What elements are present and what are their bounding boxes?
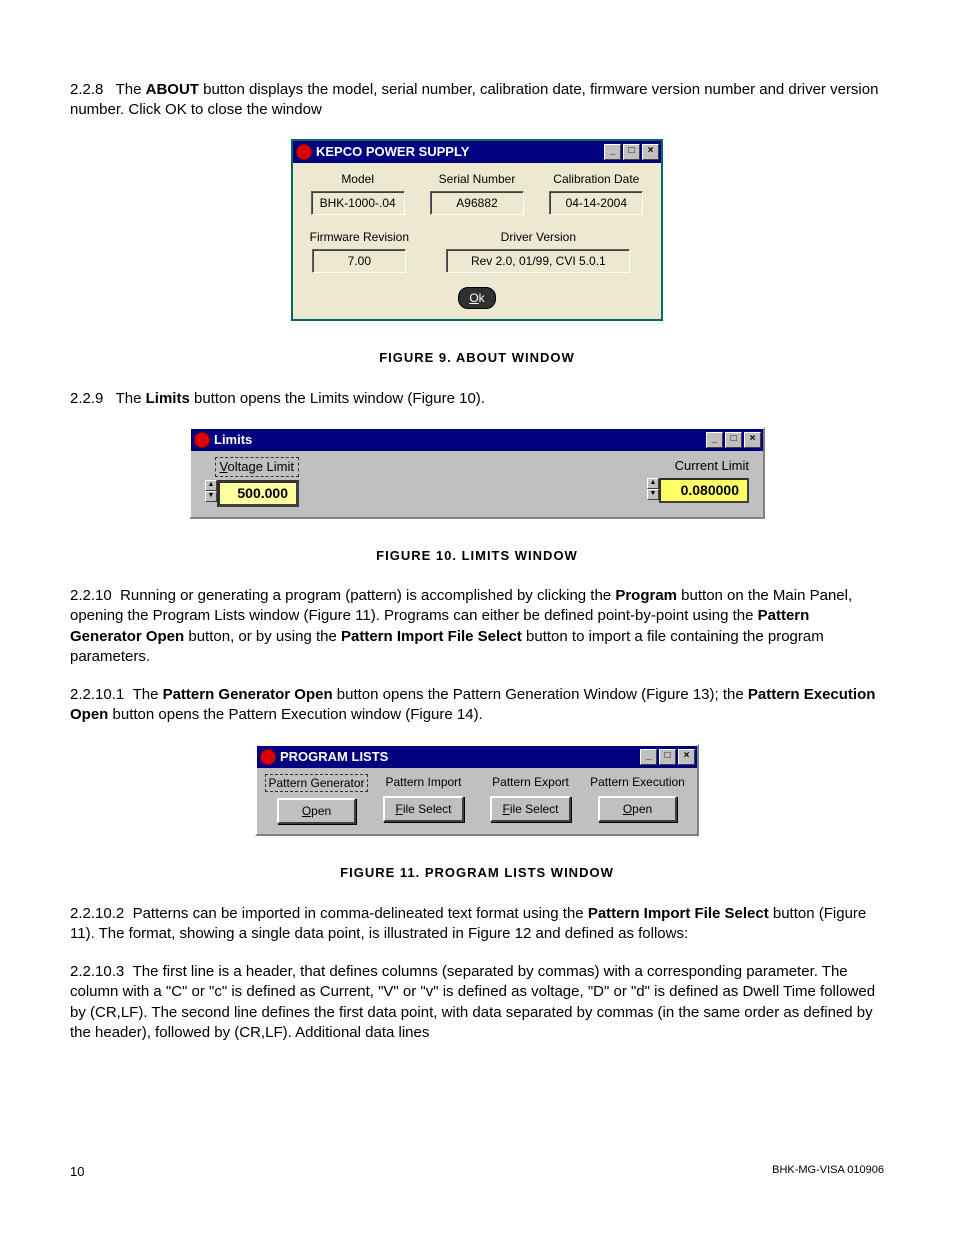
serial-value: A96882	[430, 191, 524, 215]
section-num: 2.2.8	[70, 81, 103, 98]
app-icon	[260, 749, 276, 765]
close-button[interactable]: ×	[642, 144, 659, 160]
maximize-button[interactable]: □	[659, 749, 676, 765]
program-lists-titlebar[interactable]: PROGRAM LISTS _ □ ×	[257, 746, 697, 768]
section-num: 2.2.10.3	[70, 963, 124, 980]
section-num: 2.2.9	[70, 390, 103, 407]
section-num: 2.2.10.2	[70, 905, 124, 922]
pattern-generator-open-button[interactable]: Open	[277, 798, 356, 824]
caldate-field: Calibration Date 04-14-2004	[542, 171, 651, 215]
serial-field: Serial Number A96882	[422, 171, 531, 215]
about-window: KEPCO POWER SUPPLY _ □ × Model BHK-1000-…	[291, 139, 663, 322]
limits-titlebar[interactable]: Limits _ □ ×	[191, 429, 763, 451]
voltage-limit-block: Voltage Limit ▲▼ 500.000	[205, 457, 299, 506]
pattern-export-file-select-button[interactable]: File Select	[490, 796, 570, 822]
figure-10-caption: FIGURE 10. LIMITS WINDOW	[70, 547, 884, 565]
pattern-import-file-select-button[interactable]: File Select	[383, 796, 463, 822]
current-limit-block: Current Limit ▲▼ 0.080000	[647, 457, 749, 506]
voltage-limit-value[interactable]: 500.000	[217, 480, 299, 507]
app-icon	[194, 432, 210, 448]
para-2-2-9: 2.2.9 The Limits button opens the Limits…	[70, 389, 884, 409]
para-2-2-10: 2.2.10 Running or generating a program (…	[70, 586, 884, 667]
limits-title: Limits	[214, 431, 252, 449]
pattern-execution-col: Pattern Execution Open	[584, 774, 691, 824]
page-footer: 10 BHK-MG-VISA 010906	[70, 1163, 884, 1181]
close-button[interactable]: ×	[744, 432, 761, 448]
current-spinner[interactable]: ▲▼	[647, 478, 659, 503]
pattern-generator-col: Pattern Generator Open	[263, 774, 370, 824]
about-title: KEPCO POWER SUPPLY	[316, 143, 469, 161]
minimize-button[interactable]: _	[604, 144, 621, 160]
model-value: BHK-1000-.04	[311, 191, 405, 215]
firmware-value: 7.00	[312, 249, 406, 273]
para-2-2-10-1: 2.2.10.1 The Pattern Generator Open butt…	[70, 685, 884, 726]
figure-11-caption: FIGURE 11. PROGRAM LISTS WINDOW	[70, 864, 884, 882]
program-lists-title: PROGRAM LISTS	[280, 748, 388, 766]
driver-value: Rev 2.0, 01/99, CVI 5.0.1	[446, 249, 630, 273]
para-2-2-10-2: 2.2.10.2 Patterns can be imported in com…	[70, 904, 884, 945]
pattern-export-col: Pattern Export File Select	[477, 774, 584, 824]
para-2-2-10-3: 2.2.10.3 The first line is a header, tha…	[70, 962, 884, 1043]
maximize-button[interactable]: □	[725, 432, 742, 448]
model-field: Model BHK-1000-.04	[303, 171, 412, 215]
pattern-execution-open-button[interactable]: Open	[598, 796, 677, 822]
caldate-value: 04-14-2004	[549, 191, 643, 215]
current-limit-value[interactable]: 0.080000	[659, 478, 749, 503]
voltage-spinner[interactable]: ▲▼	[205, 480, 217, 507]
maximize-button[interactable]: □	[623, 144, 640, 160]
ok-button[interactable]: Ok	[458, 287, 495, 309]
limits-window: Limits _ □ × Voltage Limit ▲▼ 500.000 Cu…	[189, 427, 765, 518]
figure-9-caption: FIGURE 9. ABOUT WINDOW	[70, 349, 884, 367]
minimize-button[interactable]: _	[706, 432, 723, 448]
driver-field: Driver Version Rev 2.0, 01/99, CVI 5.0.1	[426, 229, 651, 273]
para-2-2-8: 2.2.8 The ABOUT button displays the mode…	[70, 80, 884, 121]
close-button[interactable]: ×	[678, 749, 695, 765]
about-titlebar[interactable]: KEPCO POWER SUPPLY _ □ ×	[293, 141, 661, 163]
doc-id: BHK-MG-VISA 010906	[772, 1163, 884, 1181]
section-num: 2.2.10	[70, 587, 112, 604]
firmware-field: Firmware Revision 7.00	[303, 229, 416, 273]
pattern-import-col: Pattern Import File Select	[370, 774, 477, 824]
program-lists-window: PROGRAM LISTS _ □ × Pattern Generator Op…	[255, 744, 699, 836]
app-icon	[296, 144, 312, 160]
minimize-button[interactable]: _	[640, 749, 657, 765]
page-number: 10	[70, 1163, 84, 1181]
section-num: 2.2.10.1	[70, 686, 124, 703]
